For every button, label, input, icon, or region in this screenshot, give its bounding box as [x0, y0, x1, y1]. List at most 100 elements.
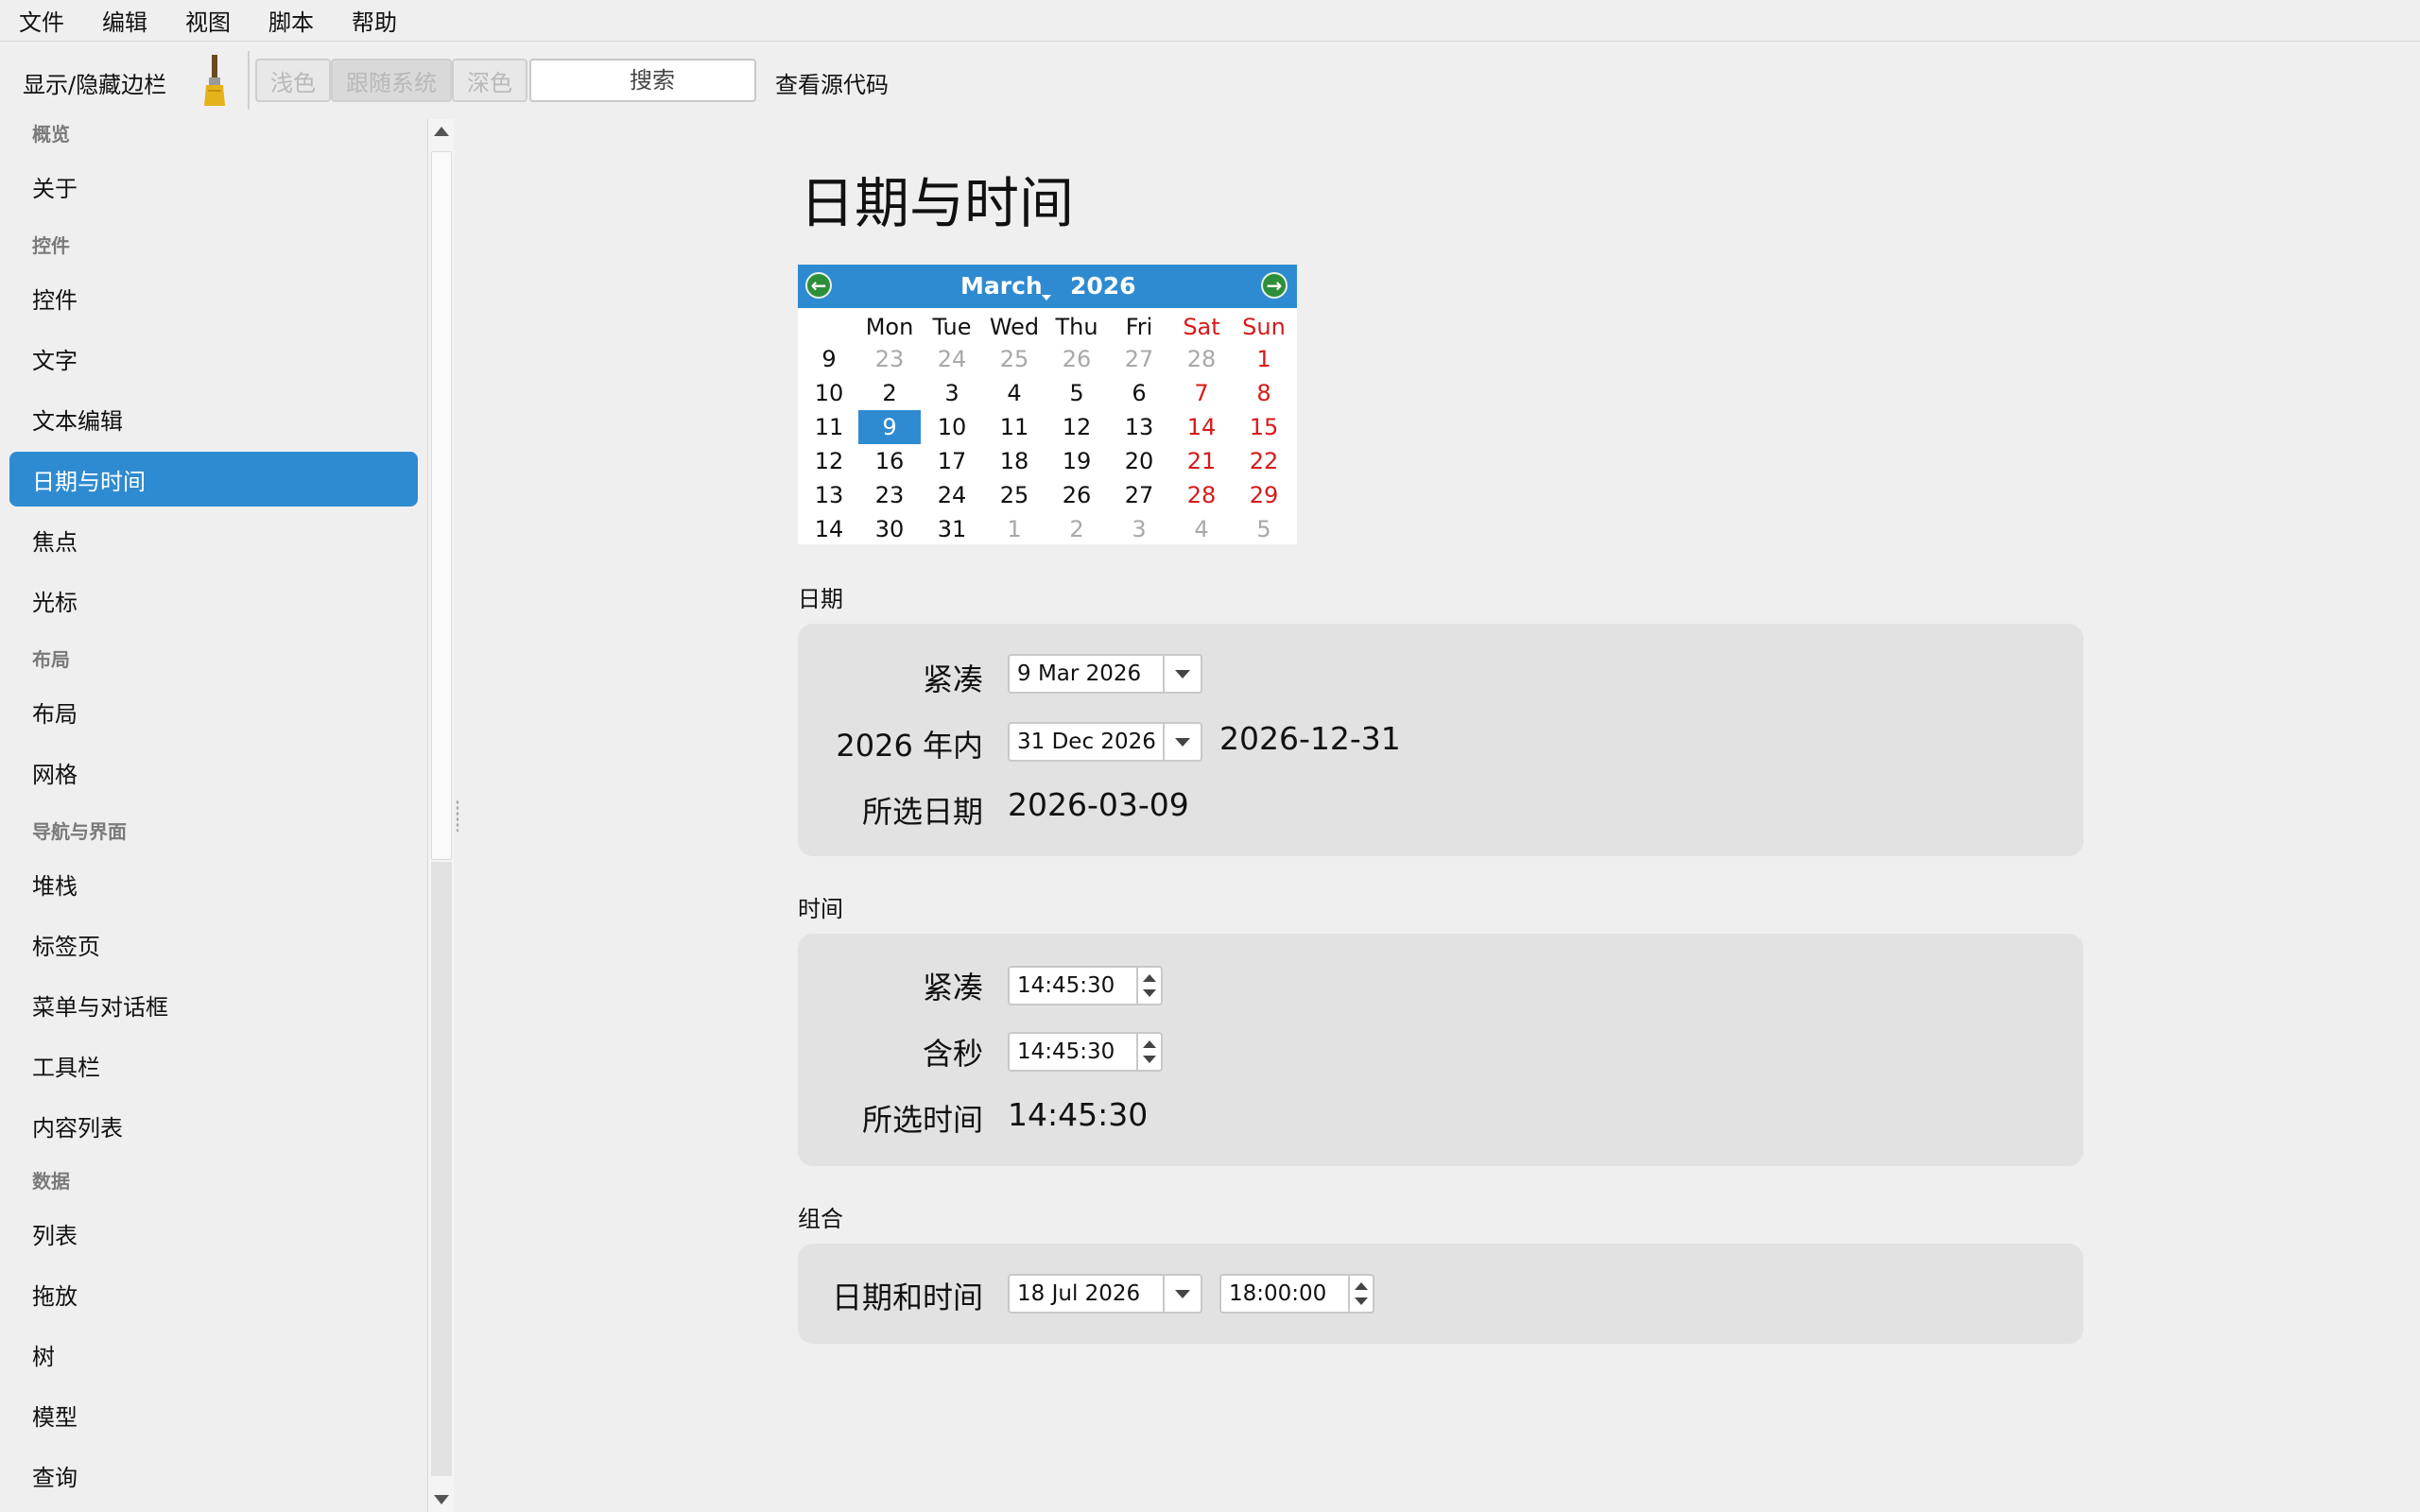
- theme-system-button[interactable]: 跟随系统: [331, 59, 452, 102]
- calendar-day[interactable]: 17: [921, 444, 983, 478]
- calendar-day[interactable]: 28: [1170, 342, 1233, 376]
- calendar-day[interactable]: 24: [921, 478, 983, 512]
- calendar-day[interactable]: 25: [983, 342, 1046, 376]
- sidebar-item-content-list[interactable]: 内容列表: [9, 1098, 418, 1153]
- calendar-day[interactable]: 31: [921, 512, 983, 546]
- sidebar-item-cursor[interactable]: 光标: [9, 573, 418, 627]
- calendar-day[interactable]: 4: [983, 376, 1046, 410]
- calendar-day[interactable]: 20: [1108, 444, 1170, 478]
- scrollbar-track[interactable]: [431, 862, 452, 1476]
- spin-down-icon[interactable]: [1355, 1297, 1368, 1305]
- date-compact-combo[interactable]: 9 Mar 2026: [1008, 654, 1202, 694]
- spin-arrows[interactable]: [1136, 1034, 1161, 1070]
- calendar-day[interactable]: 23: [858, 478, 921, 512]
- menu-file[interactable]: 文件: [19, 4, 64, 37]
- theme-light-button[interactable]: 浅色: [255, 59, 331, 102]
- sidebar-item-menus-dialogs[interactable]: 菜单与对话框: [9, 977, 418, 1032]
- spin-arrows[interactable]: [1348, 1276, 1373, 1312]
- calendar-day[interactable]: 10: [921, 410, 983, 444]
- spin-up-icon[interactable]: [1355, 1282, 1368, 1290]
- calendar-day[interactable]: 24: [921, 342, 983, 376]
- menu-view[interactable]: 视图: [185, 4, 231, 37]
- sidebar-scrollbar[interactable]: [427, 119, 454, 1512]
- time-seconds-spinbox[interactable]: 14:45:30: [1008, 1032, 1163, 1072]
- calendar-day[interactable]: 28: [1170, 478, 1233, 512]
- calendar-day[interactable]: 22: [1233, 444, 1295, 478]
- spin-arrows[interactable]: [1136, 968, 1161, 1004]
- scrollbar-thumb[interactable]: [431, 151, 452, 860]
- calendar-day[interactable]: 5: [1046, 376, 1108, 410]
- sidebar-item-tabs[interactable]: 标签页: [9, 917, 418, 971]
- calendar-day[interactable]: 29: [1233, 478, 1295, 512]
- brush-icon[interactable]: [200, 53, 229, 108]
- calendar-day[interactable]: 26: [1046, 342, 1108, 376]
- menu-edit[interactable]: 编辑: [102, 4, 147, 37]
- sidebar-item-list[interactable]: 列表: [9, 1206, 418, 1261]
- sidebar-item-model[interactable]: 模型: [9, 1387, 418, 1442]
- datetime-time-spinbox[interactable]: 18:00:00: [1219, 1274, 1374, 1314]
- chevron-down-icon[interactable]: [1163, 724, 1201, 760]
- calendar-day[interactable]: 5: [1233, 512, 1295, 546]
- calendar-day[interactable]: 4: [1170, 512, 1233, 546]
- prev-month-icon[interactable]: ←: [805, 272, 832, 299]
- search-input[interactable]: [529, 59, 756, 102]
- spin-down-icon[interactable]: [1143, 989, 1156, 997]
- calendar-day[interactable]: 1: [1233, 342, 1295, 376]
- calendar-month[interactable]: March: [960, 272, 1043, 300]
- scroll-down-icon[interactable]: [434, 1495, 449, 1504]
- calendar-day[interactable]: 9: [858, 410, 921, 444]
- calendar-day[interactable]: 12: [1046, 410, 1108, 444]
- calendar-day[interactable]: 3: [921, 376, 983, 410]
- time-compact-spinbox[interactable]: 14:45:30: [1008, 966, 1163, 1005]
- sidebar-item-drag-drop[interactable]: 拖放: [9, 1266, 418, 1321]
- calendar-day[interactable]: 2: [858, 376, 921, 410]
- sidebar-item-text[interactable]: 文字: [9, 331, 418, 386]
- calendar-day[interactable]: 15: [1233, 410, 1295, 444]
- theme-dark-button[interactable]: 深色: [452, 59, 527, 102]
- sidebar-item-grid[interactable]: 网格: [9, 745, 418, 799]
- menu-script[interactable]: 脚本: [268, 4, 314, 37]
- calendar-day[interactable]: 25: [983, 478, 1046, 512]
- sidebar-item-tree[interactable]: 树: [9, 1327, 418, 1382]
- date-within-year-combo[interactable]: 31 Dec 2026: [1008, 722, 1202, 762]
- sidebar-item-text-edit[interactable]: 文本编辑: [9, 391, 418, 446]
- calendar-day[interactable]: 1: [983, 512, 1046, 546]
- calendar-day[interactable]: 27: [1108, 342, 1170, 376]
- spin-up-icon[interactable]: [1143, 974, 1156, 982]
- calendar-day[interactable]: 19: [1046, 444, 1108, 478]
- sidebar-item-controls[interactable]: 控件: [9, 270, 418, 325]
- sidebar-item-date-time[interactable]: 日期与时间: [9, 452, 418, 507]
- view-source-button[interactable]: 查看源代码: [775, 66, 889, 99]
- datetime-date-combo[interactable]: 18 Jul 2026: [1008, 1274, 1202, 1314]
- next-month-icon[interactable]: →: [1261, 272, 1288, 299]
- calendar-day[interactable]: 30: [858, 512, 921, 546]
- sidebar-item-toolbar[interactable]: 工具栏: [9, 1038, 418, 1092]
- calendar-day[interactable]: 8: [1233, 376, 1295, 410]
- chevron-down-icon[interactable]: [1163, 656, 1201, 692]
- calendar-day[interactable]: 16: [858, 444, 921, 478]
- sidebar-item-about[interactable]: 关于: [9, 159, 418, 214]
- menu-help[interactable]: 帮助: [352, 4, 397, 37]
- scroll-up-icon[interactable]: [434, 127, 449, 136]
- month-dropdown-icon[interactable]: [1042, 295, 1051, 301]
- calendar-day[interactable]: 6: [1108, 376, 1170, 410]
- calendar-day[interactable]: 7: [1170, 376, 1233, 410]
- spin-down-icon[interactable]: [1143, 1056, 1156, 1063]
- calendar-year[interactable]: 2026: [1070, 272, 1136, 300]
- calendar-day[interactable]: 23: [858, 342, 921, 376]
- chevron-down-icon[interactable]: [1163, 1276, 1201, 1312]
- sidebar-item-layout[interactable]: 布局: [9, 684, 418, 739]
- sidebar-item-query[interactable]: 查询: [9, 1448, 418, 1503]
- toggle-sidebar-button[interactable]: 显示/隐藏边栏: [23, 66, 166, 99]
- calendar-day[interactable]: 14: [1170, 410, 1233, 444]
- sidebar-item-stack[interactable]: 堆栈: [9, 856, 418, 911]
- calendar-day[interactable]: 18: [983, 444, 1046, 478]
- sidebar-item-focus[interactable]: 焦点: [9, 512, 418, 567]
- calendar-day[interactable]: 3: [1108, 512, 1170, 546]
- spin-up-icon[interactable]: [1143, 1040, 1156, 1048]
- calendar-day[interactable]: 13: [1108, 410, 1170, 444]
- splitter-handle[interactable]: [456, 799, 459, 832]
- calendar-day[interactable]: 2: [1046, 512, 1108, 546]
- calendar-day[interactable]: 27: [1108, 478, 1170, 512]
- calendar-day[interactable]: 21: [1170, 444, 1233, 478]
